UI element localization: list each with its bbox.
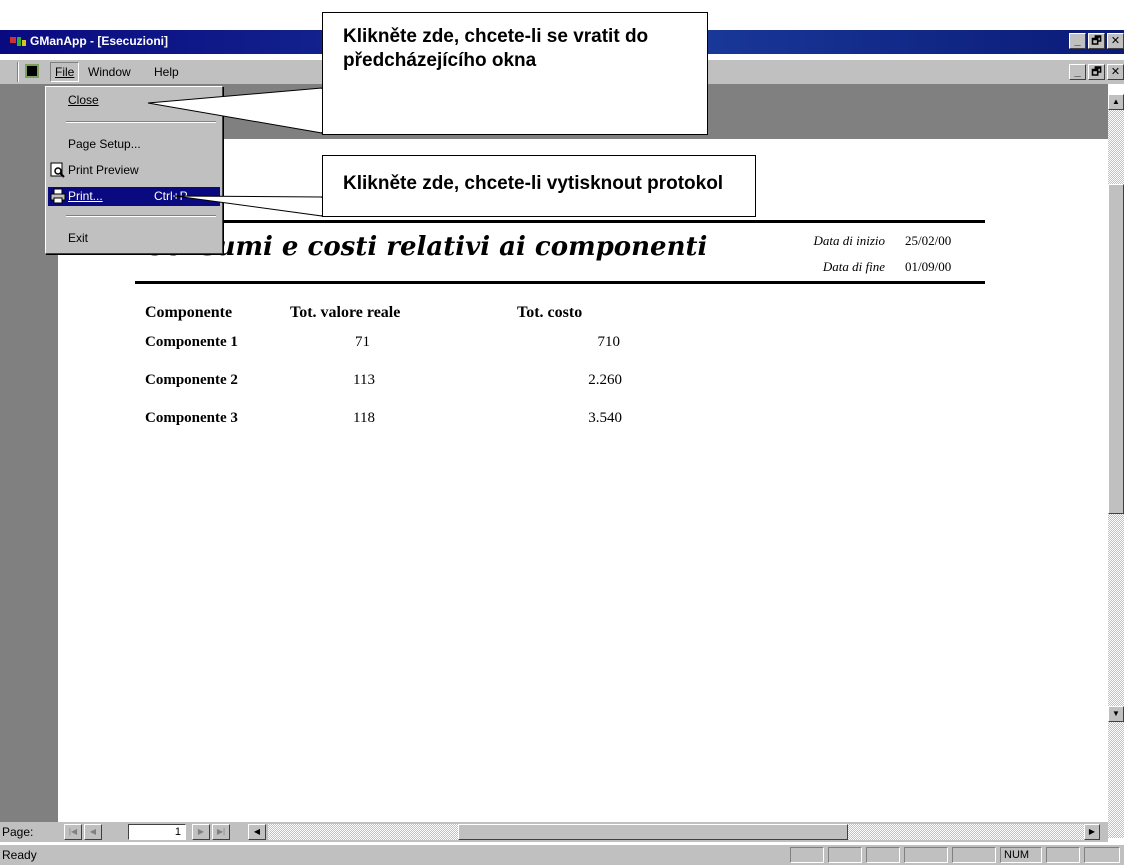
callout-close-hint: Klikněte zde, chcete-li se vratit do pře…: [322, 12, 708, 135]
menu-item-print[interactable]: Print... Ctrl+P: [48, 187, 220, 206]
column-header-component: Componente: [145, 304, 233, 321]
end-date-value: 01/09/00: [905, 259, 952, 274]
menu-item-print-label: Print...: [68, 189, 103, 203]
page-label: Page:: [2, 825, 34, 839]
status-bar: Ready NUM: [0, 845, 1124, 865]
row-component-name: Componente 3: [145, 410, 238, 426]
menu-separator: [66, 121, 216, 123]
scroll-up-icon[interactable]: ▲: [1108, 94, 1124, 110]
menu-help[interactable]: Help: [154, 65, 179, 79]
report-header-rule: [135, 281, 985, 284]
end-date-label: Data di fine: [822, 259, 885, 274]
start-date-label: Data di inizio: [813, 233, 885, 248]
menubar-grip: [17, 62, 19, 82]
doc-restore-button[interactable]: 🗗: [1088, 64, 1105, 80]
doc-close-button[interactable]: ✕: [1107, 64, 1124, 80]
status-pane: [904, 847, 948, 863]
page-navigation-bar: Page: |◀ ◀ 1 ▶ ▶| ◀ ▶: [0, 822, 1108, 842]
vertical-scrollbar[interactable]: ▲ ▼: [1108, 94, 1124, 838]
row-component-name: Componente 2: [145, 372, 238, 388]
print-shortcut: Ctrl+P: [154, 189, 188, 203]
restore-button[interactable]: 🗗: [1088, 33, 1105, 49]
menu-item-print-preview-label: Print Preview: [68, 163, 139, 177]
num-lock-indicator: NUM: [1000, 847, 1042, 863]
printer-icon: [50, 188, 66, 204]
row-cost: 710: [597, 334, 621, 350]
window-title: GManApp - [Esecuzioni]: [30, 34, 168, 48]
scroll-left-icon[interactable]: ◀: [248, 824, 266, 840]
status-pane: [1084, 847, 1120, 863]
last-page-icon[interactable]: ▶|: [212, 824, 230, 840]
row-real-value: 113: [353, 372, 375, 388]
vertical-scroll-thumb[interactable]: [1108, 184, 1124, 514]
column-header-value: Tot. valore reale: [290, 304, 401, 321]
start-date-value: 25/02/00: [905, 233, 952, 248]
menu-item-page-setup[interactable]: Page Setup...: [48, 135, 220, 154]
doc-minimize-button[interactable]: _: [1069, 64, 1086, 80]
print-preview-icon: [50, 162, 65, 178]
status-pane: [866, 847, 900, 863]
app-icon[interactable]: [10, 35, 26, 49]
minimize-button[interactable]: _: [1069, 33, 1086, 49]
status-pane: [1046, 847, 1080, 863]
report-top-rule: [135, 220, 985, 223]
row-cost: 2.260: [588, 372, 622, 388]
first-page-icon[interactable]: |◀: [64, 824, 82, 840]
status-pane: [828, 847, 862, 863]
page-number-input[interactable]: 1: [128, 824, 186, 840]
callout-print-hint: Klikněte zde, chcete-li vytisknout proto…: [322, 155, 756, 217]
menu-file-label: File: [55, 65, 75, 79]
column-header-cost: Tot. costo: [517, 304, 583, 321]
menu-item-close[interactable]: Close: [48, 91, 220, 110]
report-title: Consumi e costi relativi ai componenti: [145, 232, 708, 262]
menu-item-close-label: Close: [68, 93, 99, 107]
menu-item-print-preview[interactable]: Print Preview: [48, 161, 220, 180]
file-menu-dropdown: Close Page Setup... Print Preview Print.…: [45, 86, 223, 254]
row-real-value: 71: [355, 334, 370, 350]
status-pane: [790, 847, 824, 863]
row-component-name: Componente 1: [145, 334, 238, 350]
status-text: Ready: [2, 848, 37, 862]
status-pane: [952, 847, 996, 863]
menu-item-exit[interactable]: Exit: [48, 229, 220, 248]
close-window-button[interactable]: ✕: [1107, 33, 1124, 49]
horizontal-scroll-thumb[interactable]: [458, 824, 848, 840]
horizontal-scrollbar[interactable]: ▶: [268, 824, 1100, 840]
previous-page-icon[interactable]: ◀: [84, 824, 102, 840]
document-icon[interactable]: [25, 64, 39, 78]
scroll-right-icon[interactable]: ▶: [1084, 824, 1100, 840]
row-real-value: 118: [353, 410, 375, 426]
next-page-icon[interactable]: ▶: [192, 824, 210, 840]
menu-file[interactable]: File: [50, 62, 80, 82]
menu-separator: [66, 215, 216, 217]
menu-window[interactable]: Window: [88, 65, 131, 79]
row-cost: 3.540: [588, 410, 622, 426]
scroll-down-icon[interactable]: ▼: [1108, 706, 1124, 722]
